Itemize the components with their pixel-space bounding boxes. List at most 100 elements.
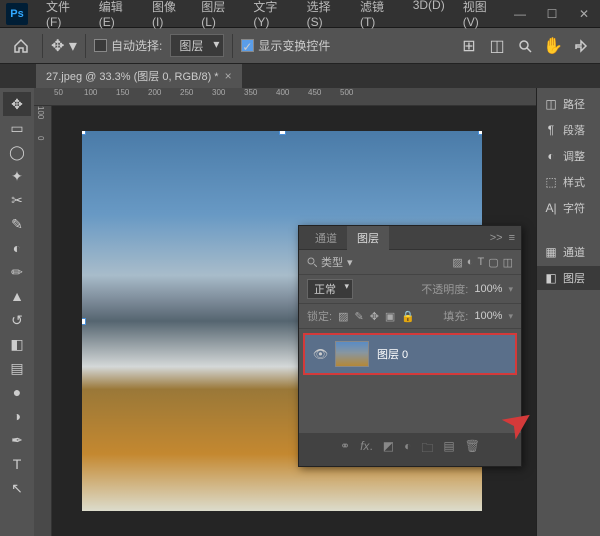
maximize-button[interactable]: ☐ [538, 4, 566, 24]
crop-tool[interactable]: ✂ [3, 188, 31, 212]
marquee-tool[interactable]: ▭ [3, 116, 31, 140]
ruler-horizontal[interactable]: 50 100 150 200 250 300 350 400 450 500 [34, 88, 536, 106]
panel-layers[interactable]: ◧图层 [537, 266, 600, 290]
adjustment-layer-icon[interactable]: ◐ [404, 439, 411, 460]
group-icon[interactable]: 🗀 [421, 439, 433, 460]
lock-pixels-icon[interactable]: ✎ [354, 310, 363, 323]
layers-floating-panel[interactable]: 通道 图层 >>≡ 类型 ▾ ▨ ◐ T ▢ ◫ 正常 不透明度: 100%▾ … [298, 225, 522, 467]
panel-paths[interactable]: ◫路径 [537, 92, 600, 116]
layers-panel-footer: ⚭ fx. ◩ ◐ 🗀 ▤ 🗑 [299, 433, 521, 466]
layer-item-0[interactable]: 👁 图层 0 [303, 333, 517, 375]
transform-handle-tr[interactable] [478, 131, 482, 135]
eyedropper-tool[interactable]: ✎ [3, 212, 31, 236]
layer-effects-icon[interactable]: fx. [360, 439, 373, 460]
panel-adjustments[interactable]: ◐调整 [537, 144, 600, 168]
opacity-value[interactable]: 100% [470, 282, 506, 296]
panel-paragraph[interactable]: ¶段落 [537, 118, 600, 142]
panel-channels[interactable]: ▦通道 [537, 240, 600, 264]
panel-collapse-button[interactable]: >> [490, 232, 503, 244]
layers-tab[interactable]: 图层 [347, 226, 389, 250]
move-tool[interactable]: ✥ [3, 92, 31, 116]
filter-type-icon[interactable]: T [477, 256, 484, 269]
separator [85, 34, 86, 58]
fill-label: 填充: [443, 308, 468, 324]
menu-bar: 文件(F) 编辑(E) 图像(I) 图层(L) 文字(Y) 选择(S) 滤镜(T… [38, 0, 506, 33]
type-tool[interactable]: T [3, 452, 31, 476]
document-tabs: 27.jpeg @ 33.3% (图层 0, RGB/8) * × [0, 64, 600, 88]
document-tab-title: 27.jpeg @ 33.3% (图层 0, RGB/8) * [46, 68, 219, 84]
lasso-tool[interactable]: ◯ [3, 140, 31, 164]
dodge-tool[interactable]: ◑ [3, 404, 31, 428]
transform-controls-checkbox[interactable]: ✓显示变换控件 [241, 37, 330, 54]
hand-icon[interactable]: ✋ [542, 35, 564, 57]
home-button[interactable] [8, 33, 34, 59]
menu-image[interactable]: 图像(I) [144, 0, 191, 33]
window-controls: — ☐ ✕ [506, 4, 598, 24]
search-icon[interactable] [514, 35, 536, 57]
channels-tab[interactable]: 通道 [305, 226, 347, 250]
filter-smart-icon[interactable]: ◫ [503, 256, 513, 269]
stamp-tool[interactable]: ▲ [3, 284, 31, 308]
layers-panel-tabs: 通道 图层 >> ≡ [299, 226, 521, 250]
healing-tool[interactable]: ◐ [3, 236, 31, 260]
filter-shape-icon[interactable]: ▢ [488, 256, 498, 269]
layer-filter[interactable]: 类型 ▾ [307, 254, 353, 270]
history-brush-tool[interactable]: ↺ [3, 308, 31, 332]
separator [232, 34, 233, 58]
lock-all-icon[interactable]: 🔒 [401, 310, 415, 323]
options-bar: ✥ ▾ 自动选择: 图层 ✓显示变换控件 ⊞ ◫ ✋ [0, 28, 600, 64]
lock-position-icon[interactable]: ✥ [370, 310, 379, 323]
document-tab[interactable]: 27.jpeg @ 33.3% (图层 0, RGB/8) * × [36, 64, 242, 88]
menu-select[interactable]: 选择(S) [299, 0, 350, 33]
menu-view[interactable]: 视图(V) [455, 0, 506, 33]
transform-handle-ml[interactable] [82, 318, 86, 325]
view-extras-icon[interactable]: ⊞ [458, 35, 480, 57]
menu-3d[interactable]: 3D(D) [405, 0, 453, 33]
panel-menu-button[interactable]: ≡ [509, 232, 515, 244]
lock-transparency-icon[interactable]: ▨ [338, 310, 348, 323]
move-tool-icon[interactable]: ✥ ▾ [51, 33, 77, 59]
auto-select-checkbox[interactable]: 自动选择: [94, 37, 162, 54]
close-button[interactable]: ✕ [570, 4, 598, 24]
brush-tool[interactable]: ✏ [3, 260, 31, 284]
window-titlebar: Ps 文件(F) 编辑(E) 图像(I) 图层(L) 文字(Y) 选择(S) 滤… [0, 0, 600, 28]
menu-edit[interactable]: 编辑(E) [91, 0, 142, 33]
blur-tool[interactable]: ● [3, 380, 31, 404]
new-layer-icon[interactable]: ▤ [443, 439, 454, 460]
wand-tool[interactable]: ✦ [3, 164, 31, 188]
ruler-vertical[interactable]: 100 0 [34, 106, 52, 536]
separator [42, 34, 43, 58]
share-icon[interactable] [570, 35, 592, 57]
menu-filter[interactable]: 滤镜(T) [352, 0, 403, 33]
lock-artboard-icon[interactable]: ▣ [385, 310, 395, 323]
link-layers-icon[interactable]: ⚭ [340, 439, 350, 460]
panel-styles[interactable]: ⬚样式 [537, 170, 600, 194]
auto-select-label: 自动选择: [111, 37, 162, 54]
pen-tool[interactable]: ✒ [3, 428, 31, 452]
menu-file[interactable]: 文件(F) [38, 0, 89, 33]
auto-select-dropdown[interactable]: 图层 [170, 34, 224, 57]
transform-handle-tl[interactable] [82, 131, 86, 135]
layer-mask-icon[interactable]: ◩ [383, 439, 394, 460]
close-tab-icon[interactable]: × [225, 69, 232, 83]
blend-mode-select[interactable]: 正常 [307, 279, 353, 299]
layer-name[interactable]: 图层 0 [377, 346, 408, 362]
app-icon: Ps [6, 3, 28, 25]
filter-adjust-icon[interactable]: ◐ [467, 256, 474, 269]
eraser-tool[interactable]: ◧ [3, 332, 31, 356]
lock-label: 锁定: [307, 308, 332, 324]
layer-thumbnail[interactable] [335, 341, 369, 367]
panel-character[interactable]: A|字符 [537, 196, 600, 220]
minimize-button[interactable]: — [506, 4, 534, 24]
visibility-eye-icon[interactable]: 👁 [313, 347, 327, 361]
fill-value[interactable]: 100% [470, 309, 506, 323]
opacity-label: 不透明度: [421, 281, 468, 297]
path-tool[interactable]: ↖ [3, 476, 31, 500]
filter-pixel-icon[interactable]: ▨ [452, 256, 462, 269]
transform-handle-tm[interactable] [279, 131, 286, 135]
delete-layer-icon[interactable]: 🗑 [465, 439, 480, 460]
menu-type[interactable]: 文字(Y) [245, 0, 296, 33]
menu-layer[interactable]: 图层(L) [193, 0, 243, 33]
gradient-tool[interactable]: ▤ [3, 356, 31, 380]
arrange-icon[interactable]: ◫ [486, 35, 508, 57]
